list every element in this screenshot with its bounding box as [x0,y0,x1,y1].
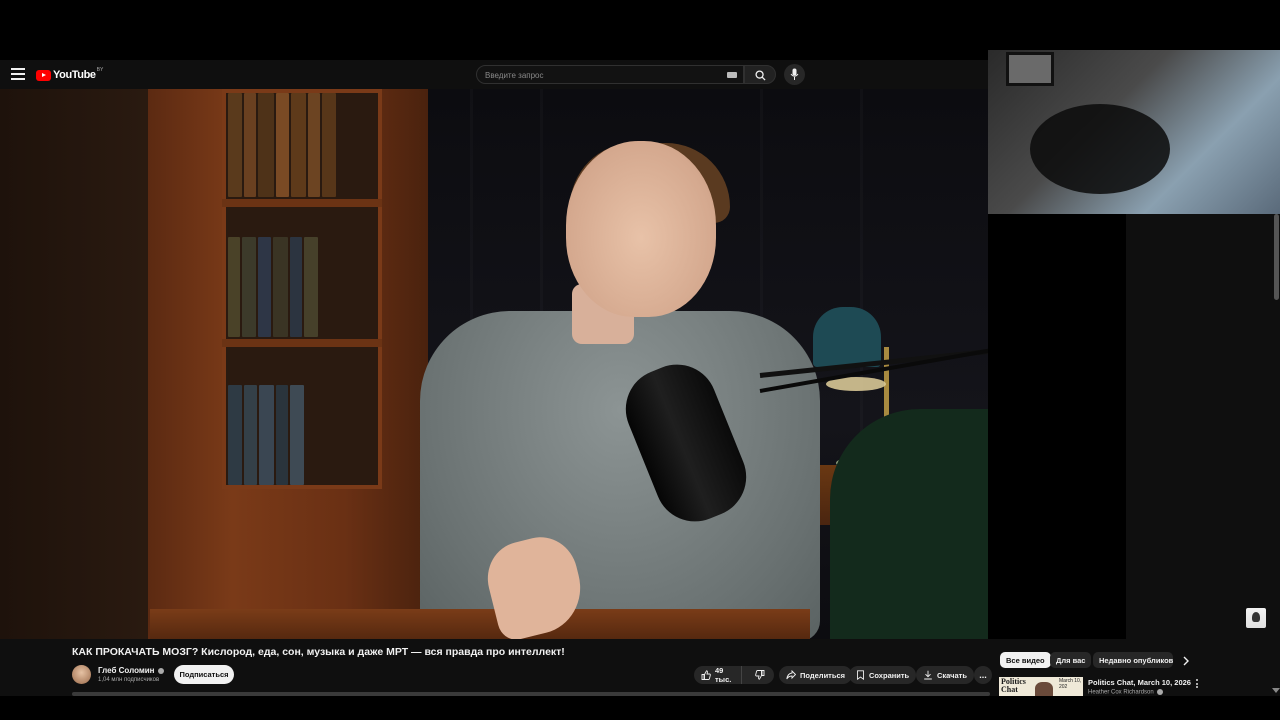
bottom-letterbox [0,696,1280,720]
youtube-logo-icon [36,69,51,81]
speaker-shirt [420,311,820,639]
share-button[interactable]: Поделиться [779,666,853,684]
keyboard-icon[interactable] [727,72,737,78]
verified-icon [1156,689,1163,695]
dislike-button[interactable] [746,666,774,684]
more-actions-button[interactable]: ... [974,666,992,684]
chip-all-videos[interactable]: Все видео [1000,652,1051,668]
logo-text: YouTube [53,69,96,81]
save-icon [857,670,864,680]
thumbnail-title-text: Politics Chat [1001,677,1026,694]
chevron-right-icon [1183,656,1189,666]
search-button[interactable] [744,65,776,84]
chips-next-button[interactable] [1182,654,1194,668]
scene-books-bottom [228,385,376,485]
voice-search-button[interactable] [784,64,805,85]
save-button[interactable]: Сохранить [849,666,917,684]
masthead: YouTube BY [0,60,988,89]
download-button[interactable]: Скачать [916,666,974,684]
menu-icon[interactable] [11,68,25,80]
scene-shelf [222,339,382,347]
video-title: КАК ПРОКАЧАТЬ МОЗГ? Кислород, еда, сон, … [72,646,565,658]
scene-books-middle [228,237,376,337]
webcam-shadow [1030,104,1170,194]
save-label: Сохранить [869,670,910,680]
scene-wall [0,89,148,639]
recommendation-more-button[interactable] [1193,678,1201,690]
subscriber-count: 1,04 млн подписчиков [98,677,160,683]
subscribe-button[interactable]: Подписаться [174,665,234,684]
video-player[interactable] [0,89,988,639]
youtube-logo[interactable]: YouTube BY [36,67,104,82]
recommendation-channel-name[interactable]: Heather Cox Richardson [1088,690,1154,696]
channel-avatar[interactable] [72,665,91,684]
share-label: Поделиться [800,670,846,680]
like-button[interactable]: 49 тыс. [694,666,742,684]
like-icon [701,670,711,680]
webcam-picture-frame [1006,52,1054,86]
top-letterbox [0,0,1280,50]
thumbnail-face [1035,682,1053,696]
mini-avatar[interactable] [1246,608,1266,628]
channel-name-text[interactable]: Глеб Соломин [98,666,155,675]
more-icon: ... [979,670,987,680]
verified-icon [157,667,164,674]
speaker-face [566,141,716,317]
scene-books-top [228,93,376,197]
search-input[interactable] [485,69,705,81]
scroll-down-arrow[interactable] [1272,688,1280,693]
download-icon [924,670,932,680]
search-box[interactable] [476,65,744,84]
listener-shirt [830,409,988,639]
recommendation-title[interactable]: Politics Chat, March 10, 2026 [1088,678,1191,687]
search-icon [755,70,766,81]
secondary-panel [1126,214,1280,639]
like-dislike-group: 49 тыс. [694,666,774,684]
scene-shelf [222,199,382,207]
share-icon [786,670,796,680]
chip-for-you[interactable]: Для вас [1050,652,1092,668]
channel-name[interactable]: Глеб Соломин [98,666,164,675]
thumbnail-date-text: March 10, 202 [1059,678,1082,690]
scrollbar-thumb[interactable] [1274,214,1279,300]
scene-desk [150,609,810,639]
dislike-icon [755,670,765,680]
scene-lamp-shade [813,307,881,367]
download-label: Скачать [937,670,967,680]
chip-recently-uploaded[interactable]: Недавно опубликованные [1093,652,1173,668]
logo-country-code: BY [96,67,104,73]
mic-icon [790,68,799,80]
recommendation-thumbnail[interactable]: Politics Chat March 10, 202 [999,677,1083,696]
recommendation-channel[interactable]: Heather Cox Richardson [1088,689,1163,696]
like-count: 49 тыс. [715,666,732,684]
